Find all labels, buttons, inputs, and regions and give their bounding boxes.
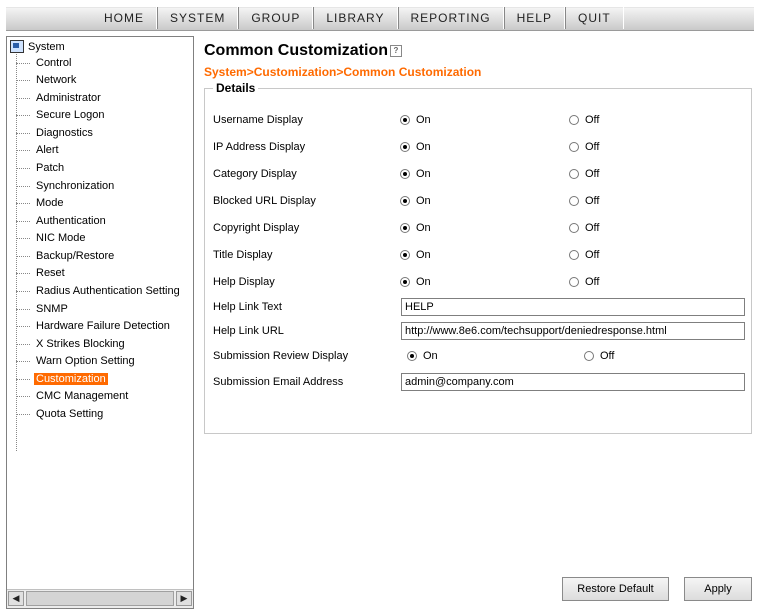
sidebar-item-x-strikes-blocking[interactable]: X Strikes Blocking bbox=[16, 336, 127, 353]
sidebar-item-diagnostics[interactable]: Diagnostics bbox=[16, 125, 95, 142]
copyright-display-off-radio[interactable]: Off bbox=[569, 222, 599, 234]
submission-email-label: Submission Email Address bbox=[213, 376, 344, 388]
copyright-display-row: Copyright Display On Off bbox=[213, 218, 749, 240]
category-display-label: Category Display bbox=[213, 168, 297, 180]
blocked-url-display-on-radio[interactable]: On bbox=[400, 195, 431, 207]
system-tree: System Control Network Administrator Sec… bbox=[7, 37, 193, 590]
username-display-on-radio[interactable]: On bbox=[400, 114, 431, 126]
details-legend: Details bbox=[213, 81, 259, 95]
breadcrumb: System>Customization>Common Customizatio… bbox=[204, 65, 482, 79]
blocked-url-display-off-radio[interactable]: Off bbox=[569, 195, 599, 207]
sidebar-horizontal-scrollbar[interactable]: ◀ ▶ bbox=[7, 589, 193, 608]
tree-root-label: System bbox=[28, 40, 65, 53]
help-link-text-label: Help Link Text bbox=[213, 301, 282, 313]
username-display-off-radio[interactable]: Off bbox=[569, 114, 599, 126]
sidebar-item-secure-logon[interactable]: Secure Logon bbox=[16, 107, 107, 124]
page-title: Common Customization? bbox=[204, 42, 402, 60]
ip-address-display-label: IP Address Display bbox=[213, 141, 306, 153]
sidebar-item-synchronization[interactable]: Synchronization bbox=[16, 178, 116, 195]
category-display-off-radio[interactable]: Off bbox=[569, 168, 599, 180]
submission-email-input[interactable] bbox=[401, 373, 745, 391]
submission-email-row: Submission Email Address bbox=[213, 372, 749, 394]
help-display-label: Help Display bbox=[213, 276, 275, 288]
help-icon[interactable]: ? bbox=[390, 44, 402, 57]
help-link-url-label: Help Link URL bbox=[213, 325, 284, 337]
copyright-display-on-radio[interactable]: On bbox=[400, 222, 431, 234]
menu-home[interactable]: HOME bbox=[92, 7, 157, 29]
help-display-off-radio[interactable]: Off bbox=[569, 276, 599, 288]
help-display-row: Help Display On Off bbox=[213, 272, 749, 294]
sidebar-item-radius-authentication[interactable]: Radius Authentication Setting bbox=[16, 283, 182, 300]
submission-review-on-radio[interactable]: On bbox=[407, 350, 438, 362]
ip-address-display-row: IP Address Display On Off bbox=[213, 137, 749, 159]
ip-address-display-on-radio[interactable]: On bbox=[400, 141, 431, 153]
top-menu-bar: HOME SYSTEM GROUP LIBRARY REPORTING HELP… bbox=[0, 0, 760, 34]
title-display-label: Title Display bbox=[213, 249, 273, 261]
sidebar-item-control[interactable]: Control bbox=[16, 55, 73, 72]
help-link-text-row: Help Link Text bbox=[213, 297, 749, 319]
help-link-url-row: Help Link URL bbox=[213, 321, 749, 343]
help-link-url-input[interactable] bbox=[401, 322, 745, 340]
help-display-on-radio[interactable]: On bbox=[400, 276, 431, 288]
category-display-on-radio[interactable]: On bbox=[400, 168, 431, 180]
title-display-off-radio[interactable]: Off bbox=[569, 249, 599, 261]
scrollbar-thumb[interactable] bbox=[26, 591, 174, 606]
sidebar-item-cmc-management[interactable]: CMC Management bbox=[16, 388, 130, 405]
sidebar-item-quota-setting[interactable]: Quota Setting bbox=[16, 406, 105, 423]
menu-group[interactable]: GROUP bbox=[238, 7, 314, 29]
sidebar-item-patch[interactable]: Patch bbox=[16, 160, 66, 177]
tree-root-system[interactable]: System bbox=[10, 40, 65, 53]
help-link-text-input[interactable] bbox=[401, 298, 745, 316]
copyright-display-label: Copyright Display bbox=[213, 222, 300, 234]
blocked-url-display-row: Blocked URL Display On Off bbox=[213, 191, 749, 213]
sidebar-item-administrator[interactable]: Administrator bbox=[16, 90, 103, 107]
title-display-on-radio[interactable]: On bbox=[400, 249, 431, 261]
details-fieldset: Details Username Display On Off IP Addre… bbox=[204, 81, 752, 434]
computer-icon bbox=[10, 40, 24, 53]
sidebar-item-snmp[interactable]: SNMP bbox=[16, 301, 70, 318]
username-display-label: Username Display bbox=[213, 114, 303, 126]
sidebar-item-alert[interactable]: Alert bbox=[16, 142, 61, 159]
menu-help[interactable]: HELP bbox=[503, 7, 565, 29]
submission-review-off-radio[interactable]: Off bbox=[584, 350, 614, 362]
category-display-row: Category Display On Off bbox=[213, 164, 749, 186]
menu-reporting[interactable]: REPORTING bbox=[397, 7, 504, 29]
menu-quit[interactable]: QUIT bbox=[564, 7, 624, 29]
scroll-left-arrow-icon[interactable]: ◀ bbox=[8, 591, 24, 606]
ip-address-display-off-radio[interactable]: Off bbox=[569, 141, 599, 153]
blocked-url-display-label: Blocked URL Display bbox=[213, 195, 316, 207]
sidebar-item-backup-restore[interactable]: Backup/Restore bbox=[16, 248, 116, 265]
submission-review-row: Submission Review Display On Off bbox=[213, 346, 749, 368]
sidebar-item-customization[interactable]: Customization bbox=[16, 371, 108, 388]
restore-default-button[interactable]: Restore Default bbox=[562, 577, 669, 601]
main-menu: HOME SYSTEM GROUP LIBRARY REPORTING HELP… bbox=[92, 7, 624, 29]
sidebar-item-hardware-failure-detection[interactable]: Hardware Failure Detection bbox=[16, 318, 172, 335]
sidebar-item-mode[interactable]: Mode bbox=[16, 195, 66, 212]
menu-library[interactable]: LIBRARY bbox=[313, 7, 398, 29]
sidebar-item-nic-mode[interactable]: NIC Mode bbox=[16, 230, 88, 247]
title-display-row: Title Display On Off bbox=[213, 245, 749, 267]
sidebar-item-reset[interactable]: Reset bbox=[16, 265, 67, 282]
main-content: Common Customization? System>Customizati… bbox=[196, 36, 760, 611]
submission-review-label: Submission Review Display bbox=[213, 350, 349, 362]
apply-button[interactable]: Apply bbox=[684, 577, 752, 601]
username-display-row: Username Display On Off bbox=[213, 110, 749, 132]
sidebar-item-warn-option-setting[interactable]: Warn Option Setting bbox=[16, 353, 137, 370]
sidebar-item-authentication[interactable]: Authentication bbox=[16, 213, 108, 230]
sidebar-item-network[interactable]: Network bbox=[16, 72, 78, 89]
menu-system[interactable]: SYSTEM bbox=[157, 7, 239, 29]
sidebar-tree-panel: System Control Network Administrator Sec… bbox=[6, 36, 194, 609]
scroll-right-arrow-icon[interactable]: ▶ bbox=[176, 591, 192, 606]
